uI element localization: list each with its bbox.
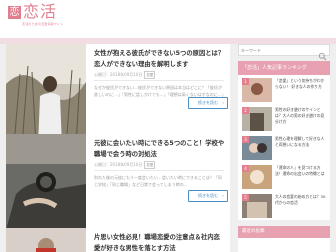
search-icon[interactable] [318,46,327,61]
article-card: 女性が抱える彼氏ができない5つの原因とは？恋人ができない理由を解明します 公開日… [6,44,230,146]
rank-number-badge: 5 [242,194,249,201]
rank-number-badge: 2 [242,107,249,114]
article-card: 片思い女性必見！職場恋愛の注意点＆社内恋愛が好きな男性を落とす方法 [6,228,230,252]
read-more-label: 続きを読む [198,100,218,105]
article-card: 元彼に会いたい時にできる5つのこと！学校や職場で会う時の対処法 公開日：2018… [6,134,230,236]
ranking-item-title[interactable]: 男性心理を理解して好きな人と両想いになる方法 [275,136,327,160]
article-date: 公開日：2018年09月10日 [94,162,143,167]
article-meta: 公開日：2018年09月10日 恋愛 [94,71,156,79]
ranking-item[interactable]: 2 男性の好き避けのサインとは？大人の男の好き避けの見分け方 [238,105,330,134]
site-header: 恋 恋活 恋活のための恋愛情報サイト [0,0,336,38]
search-input[interactable] [241,46,315,55]
site-logo-text[interactable]: 恋活 [23,3,57,21]
ranking-item[interactable]: 3 男性心理を理解して好きな人と両想いになる方法 [238,134,330,163]
rank-number-badge: 4 [242,165,249,172]
ranking-item-title[interactable]: 「恋愛」という気持ちがわからない！ 好きな人の作り方 [275,78,327,102]
divider [94,80,224,81]
article-thumbnail[interactable] [6,134,86,236]
ranking-item[interactable]: 5 大人の恋愛の始め方とは？30代からの恋活 [238,192,330,221]
category-tag[interactable]: 恋愛 [144,161,156,169]
ranking-item[interactable]: 4 「運命の人」を見つける方法！運命の出会いの特徴とは [238,163,330,192]
ranking-item[interactable]: 1 「恋愛」という気持ちがわからない！ 好きな人の作り方 [238,76,330,105]
chevron-right-icon: › [222,193,224,198]
divider [94,170,224,171]
site-logo-icon[interactable]: 恋 [8,6,21,19]
read-more-button[interactable]: 続きを読む › [188,97,228,109]
article-title[interactable]: 女性が抱える彼氏ができない5つの原因とは？恋人ができない理由を解明します [94,48,226,70]
article-title[interactable]: 元彼に会いたい時にできる5つのこと！学校や職場で会う時の対処法 [94,138,226,160]
category-tag[interactable]: 恋愛 [144,71,156,79]
read-more-button[interactable]: 続きを読む › [188,190,228,202]
read-more-label: 続きを読む [198,193,218,198]
site-tagline: 恋活のための恋愛情報サイト [22,22,64,26]
ranking-item-title[interactable]: 男性の好き避けのサインとは？大人の男の好き避けの見分け方 [275,107,327,131]
chevron-right-icon: › [222,100,224,105]
article-thumbnail[interactable] [6,44,86,146]
article-date: 公開日：2018年09月10日 [94,72,143,77]
ranking-widget: 「恋活」人気記事ランキング 1 「恋愛」という気持ちがわからない！ 好きな人の作… [238,61,330,220]
article-title[interactable]: 片思い女性必見！職場恋愛の注意点＆社内恋愛が好きな男性を落とす方法 [94,232,226,252]
article-excerpt: 別れた後の元彼にもう一度会いたい…会いたい時にできることは？「同じ学校」「同じ職… [94,175,222,187]
ranking-item-title[interactable]: 大人の恋愛の始め方とは？30代からの恋活 [275,194,327,218]
rank-number-badge: 3 [242,136,249,143]
search-box [238,44,330,61]
recent-posts-list [238,238,330,252]
article-excerpt: なぜか彼氏ができない…彼氏ができない原因は本当はどこに？「彼氏が欲しいのに…」「… [94,85,226,97]
rank-number-badge: 1 [242,78,249,85]
ranking-item-title[interactable]: 「運命の人」を見つける方法！運命の出会いの特徴とは [275,165,327,189]
recent-posts-title: 最近の投稿 [238,226,330,238]
article-thumbnail[interactable] [6,228,86,252]
ranking-title: 「恋活」人気記事ランキング [238,61,330,75]
article-meta: 公開日：2018年09月10日 恋愛 [94,161,156,169]
